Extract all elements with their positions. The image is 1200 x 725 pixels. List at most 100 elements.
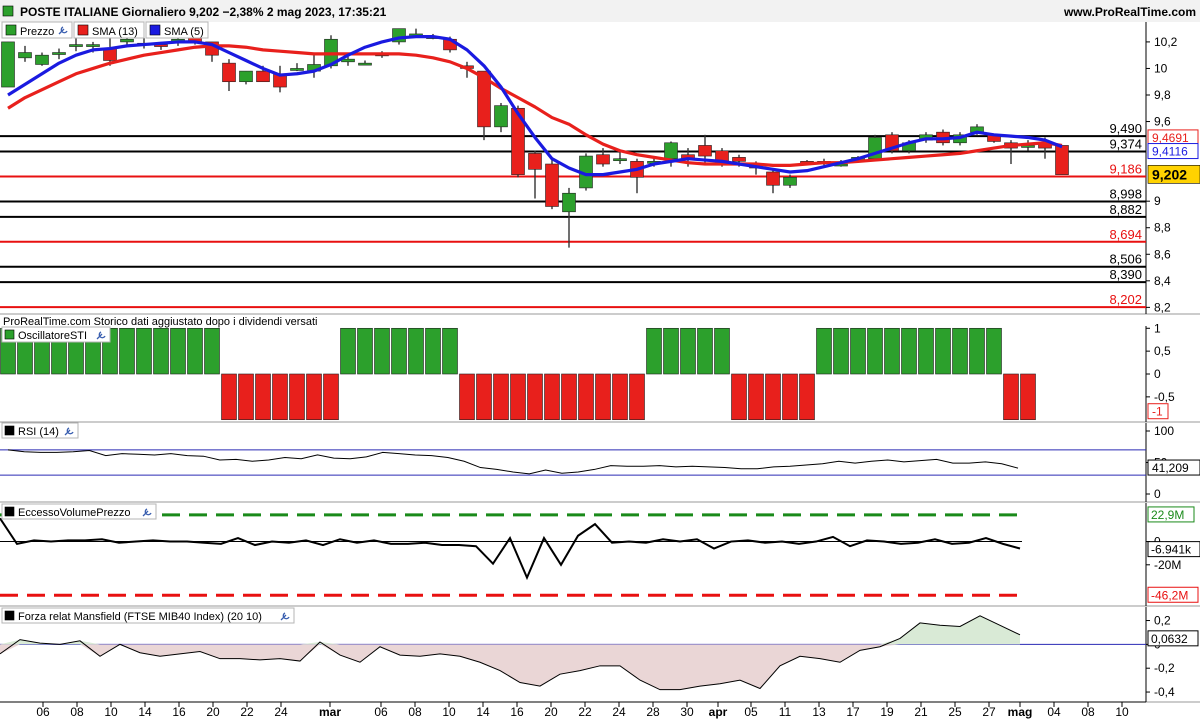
x-axis-tick-label: 10 xyxy=(442,705,456,719)
dividend-footnote: ProRealTime.com Storico dati aggiustato … xyxy=(3,316,317,328)
x-axis-tick-label: 08 xyxy=(70,705,84,719)
x-axis-tick-label: 22 xyxy=(578,705,592,719)
candle-up xyxy=(239,70,253,83)
x-axis-tick-label: 22 xyxy=(240,705,254,719)
sti-bar-positive xyxy=(408,327,424,375)
x-axis-tick-label: 06 xyxy=(36,705,50,719)
sti-bar-negative xyxy=(765,373,781,421)
x-axis-tick-label: 19 xyxy=(880,705,894,719)
sti-bar-positive xyxy=(374,327,390,375)
sti-bar-negative xyxy=(493,373,509,421)
symbol-icon xyxy=(2,5,14,17)
x-axis-tick-label: mag xyxy=(1008,705,1033,719)
sti-bar-negative xyxy=(238,373,254,421)
mansfield-axis-tick-label: -0,2 xyxy=(1154,661,1175,675)
sti-bar-positive xyxy=(119,327,135,375)
candle-up xyxy=(35,54,49,65)
sti-bar-negative xyxy=(289,373,305,421)
level-label: 8,998 xyxy=(1109,186,1142,201)
price-axis-tick-label: 8,8 xyxy=(1154,221,1171,235)
candle-up xyxy=(120,38,134,43)
mansfield-axis-tick-label: -0,4 xyxy=(1154,685,1175,699)
sti-bar-negative xyxy=(731,373,747,421)
price-marker-label: 9,4691 xyxy=(1152,131,1189,145)
level-label: 8,202 xyxy=(1109,292,1142,307)
candle-down xyxy=(766,171,780,186)
x-axis-tick-label: 11 xyxy=(779,705,792,719)
evp-legend[interactable]: EccessoVolumePrezzo xyxy=(1,503,157,520)
mansfield-legend-swatch xyxy=(4,610,15,621)
sti-bar-positive xyxy=(340,327,356,375)
candle-down xyxy=(545,163,559,207)
sti-bar-positive xyxy=(187,327,203,375)
price-axis-tick-label: 9,6 xyxy=(1154,115,1171,129)
price-marker: 9,4691 xyxy=(1147,129,1199,146)
candle-up xyxy=(86,44,100,47)
legend-label: SMA (13) xyxy=(92,26,138,38)
x-axis-tick-label: 24 xyxy=(274,705,288,719)
x-axis-tick-label: 06 xyxy=(374,705,388,719)
x-axis-tick-label: 24 xyxy=(612,705,626,719)
x-axis-tick-label: 17 xyxy=(846,705,860,719)
chart-title: POSTE ITALIANE Giornaliero 9,202 −2,38% … xyxy=(20,5,387,19)
sti-bar-negative xyxy=(306,373,322,421)
candle-up xyxy=(664,142,678,160)
price-axis-tick-label: 8,2 xyxy=(1154,300,1171,314)
x-axis-tick-label: mar xyxy=(319,705,341,719)
candle-down xyxy=(1055,145,1069,175)
x-axis-tick-label: 30 xyxy=(680,705,694,719)
price-marker: 9,4116 xyxy=(1147,143,1199,160)
rsi-legend-swatch xyxy=(4,425,15,436)
sti-bar-negative xyxy=(1003,373,1019,421)
candle-down xyxy=(596,154,610,165)
sti-bar-negative xyxy=(544,373,560,421)
price-axis-tick-label: 9,8 xyxy=(1154,88,1171,102)
sti-bar-positive xyxy=(646,327,662,375)
evp-legend-label: EccessoVolumePrezzo xyxy=(18,507,131,519)
sti-bar-negative xyxy=(527,373,543,421)
legend-item[interactable]: SMA (13) xyxy=(73,21,145,39)
price-marker-label: 9,202 xyxy=(1152,166,1187,182)
sti-bar-negative xyxy=(782,373,798,421)
x-axis-tick-label: 08 xyxy=(1081,705,1095,719)
rsi-legend[interactable]: RSI (14) xyxy=(1,422,79,439)
x-axis-tick-label: 21 xyxy=(914,705,928,719)
x-axis-tick-label: 16 xyxy=(510,705,524,719)
sti-bar-positive xyxy=(425,327,441,375)
level-label: 8,882 xyxy=(1109,202,1142,217)
x-axis-tick-label: 20 xyxy=(544,705,558,719)
site-link[interactable]: www.ProRealTime.com xyxy=(1063,5,1196,19)
evp-last-label: -6.941k xyxy=(1151,543,1192,557)
sti-bar-negative xyxy=(323,373,339,421)
mansfield-axis-tick-label: 0,2 xyxy=(1154,614,1171,628)
price-marker-label: 9,4116 xyxy=(1152,145,1188,159)
x-axis-tick-label: 25 xyxy=(948,705,962,719)
sti-bar-positive xyxy=(153,327,169,375)
x-axis-tick-label: 08 xyxy=(408,705,422,719)
sti-legend[interactable]: OscillatoreSTI xyxy=(1,326,111,343)
x-axis-tick-label: 13 xyxy=(812,705,826,719)
evp-bottom-label: -46,2M xyxy=(1151,588,1188,602)
sti-bar-negative xyxy=(561,373,577,421)
legend-item[interactable]: Prezzo xyxy=(1,21,73,39)
sti-bar-negative xyxy=(510,373,526,421)
price-axis-tick-label: 8,6 xyxy=(1154,247,1171,261)
sti-bar-negative xyxy=(255,373,271,421)
level-label: 9,490 xyxy=(1109,121,1142,136)
candle-up xyxy=(358,62,372,66)
sti-bar-positive xyxy=(680,327,696,375)
sti-bar-negative xyxy=(799,373,815,421)
mansfield-legend-label: Forza relat Mansfield (FTSE MIB40 Index)… xyxy=(18,611,262,623)
sti-bar-positive xyxy=(697,327,713,375)
price-axis-tick-label: 9 xyxy=(1154,194,1161,208)
sti-bar-negative xyxy=(595,373,611,421)
x-axis-tick-label: apr xyxy=(709,705,728,719)
x-axis-tick-label: 14 xyxy=(476,705,490,719)
candle-up xyxy=(290,68,304,71)
candle-up xyxy=(494,105,508,128)
mansfield-legend[interactable]: Forza relat Mansfield (FTSE MIB40 Index)… xyxy=(1,607,295,624)
x-axis-tick-label: 27 xyxy=(982,705,996,719)
legend-item[interactable]: SMA (5) xyxy=(145,21,209,39)
sti-axis-tick-label: -0,5 xyxy=(1154,390,1175,404)
sti-axis-tick-label: 0 xyxy=(1154,367,1161,381)
